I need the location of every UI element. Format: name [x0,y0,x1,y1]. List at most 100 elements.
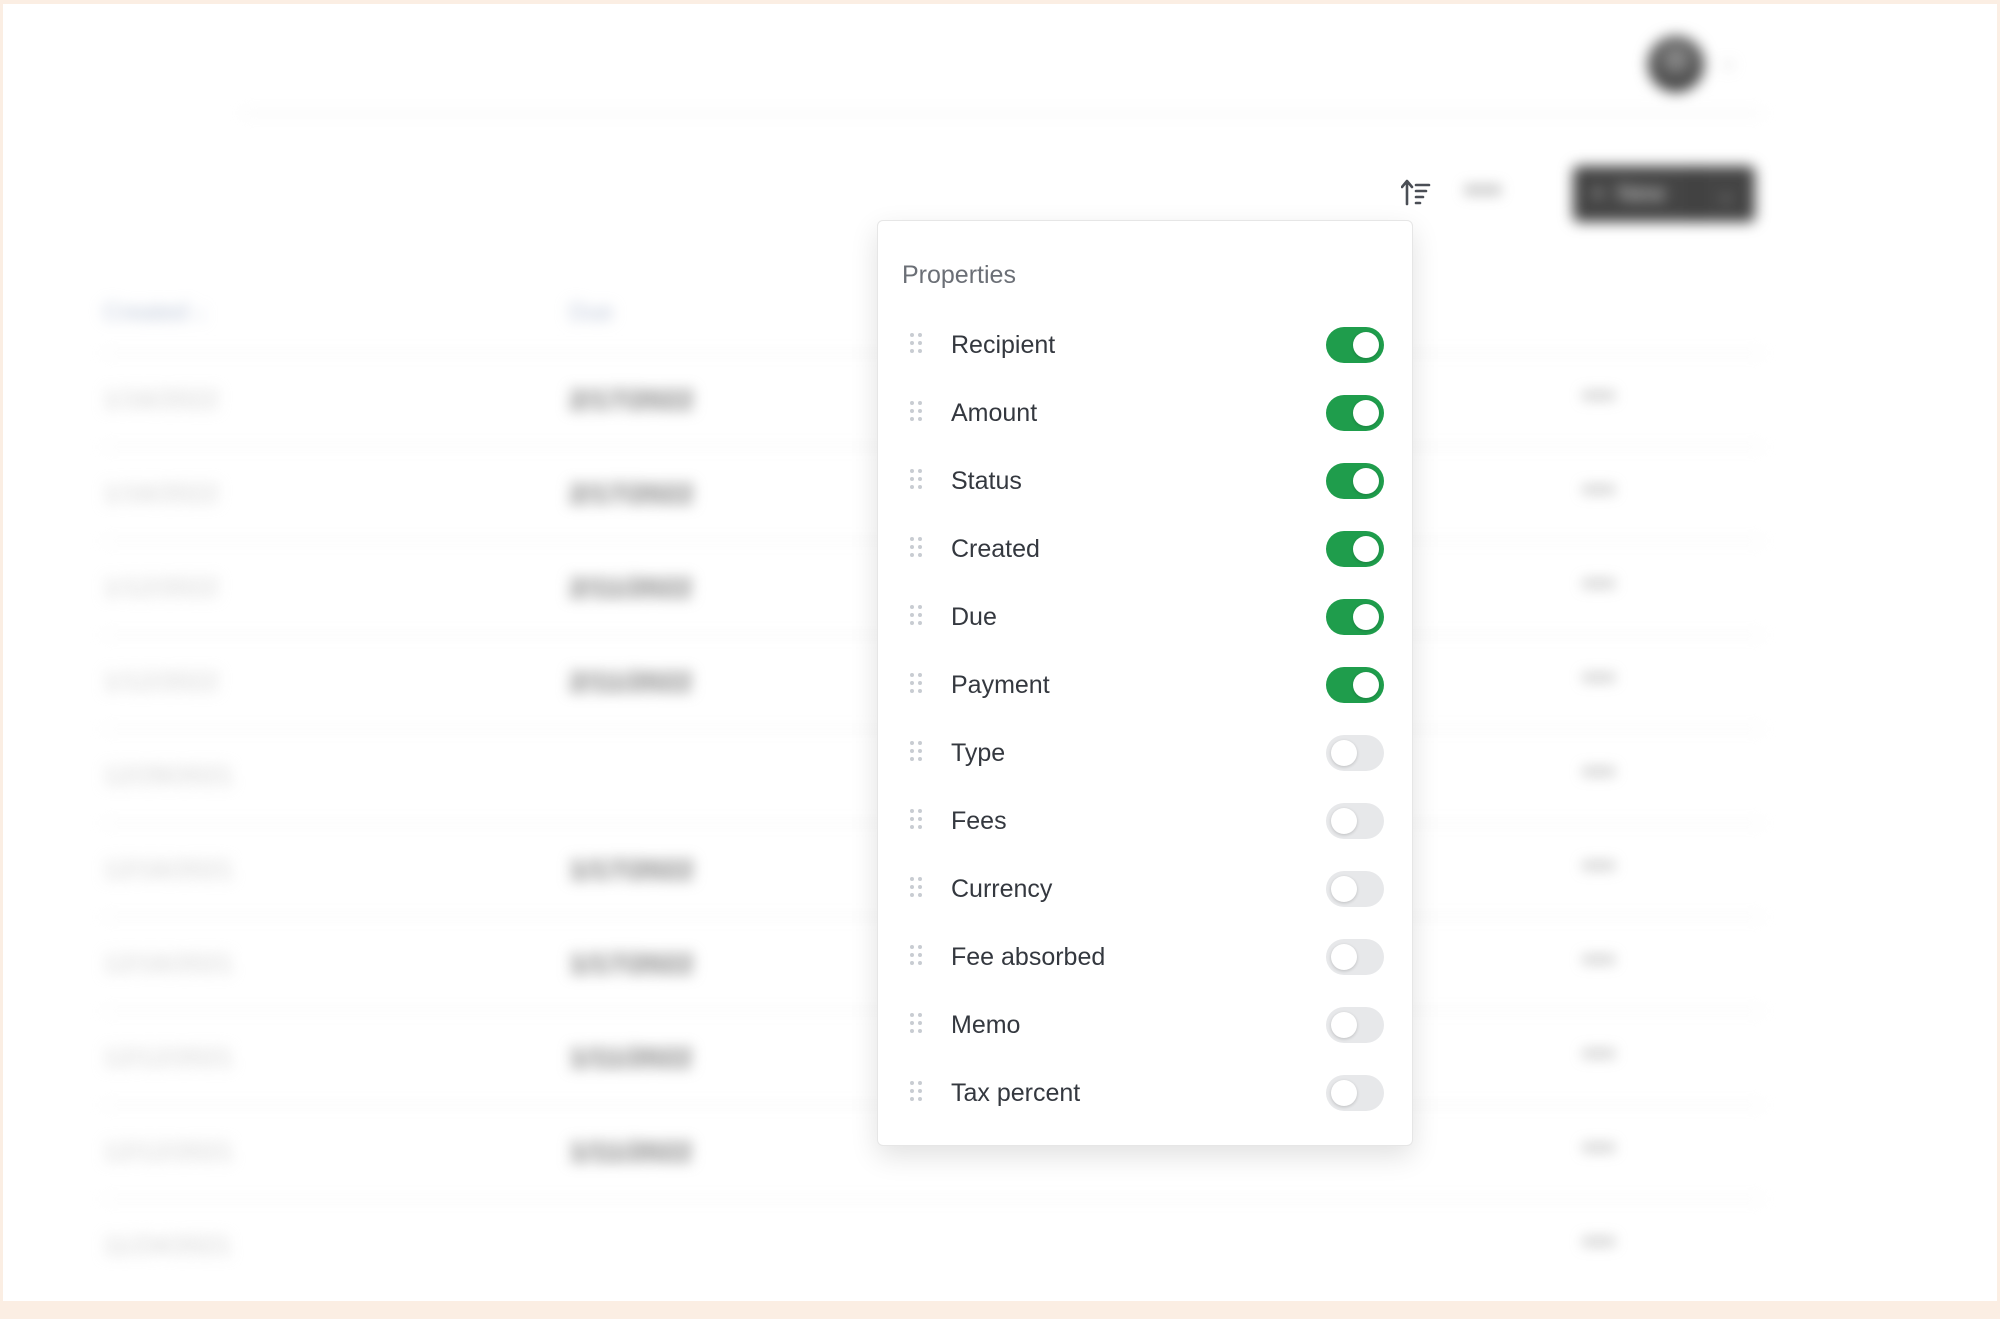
property-toggle[interactable] [1326,667,1384,703]
toggle-knob [1331,944,1357,970]
row-more-icon[interactable]: ••• [1583,1038,1616,1069]
cell-due: 1/11/2022 [569,1136,693,1167]
row-more-icon[interactable]: ••• [1583,756,1616,787]
property-row: Tax percent [878,1059,1412,1127]
new-button-label: New [1617,180,1666,207]
property-label: Amount [951,398,1038,427]
properties-popover: Properties Recipient Amount Status Created D… [877,220,1413,1146]
property-row: Type [878,719,1412,787]
property-toggle[interactable] [1326,531,1384,567]
property-row: Payment [878,651,1412,719]
more-horizontal-icon[interactable]: ••• [1465,174,1503,208]
sort-ascending-icon[interactable] [1400,178,1431,214]
property-toggle[interactable] [1326,871,1384,907]
property-list: Recipient Amount Status Created Due Payment Ty… [878,311,1412,1127]
drag-handle-icon[interactable] [910,1013,924,1037]
toggle-knob [1353,468,1379,494]
property-label: Fees [951,806,1007,835]
cell-due: 1/17/2022 [569,854,694,885]
row-more-icon[interactable]: ••• [1583,1132,1616,1163]
cell-created: 12/29/2021 [103,760,234,790]
property-toggle[interactable] [1326,1007,1384,1043]
app-window: ⌄ ••• + New ⌄ Created ↓ Due 1/16/2022 2/1… [3,4,1997,1301]
cell-created: 12/16/2021 [103,948,234,978]
property-row: Created [878,515,1412,583]
drag-handle-icon[interactable] [910,401,924,425]
drag-handle-icon[interactable] [910,1081,924,1105]
table-row[interactable]: 11/24/2021 ••• [103,1198,1763,1292]
property-label: Due [951,602,997,631]
toggle-knob [1353,604,1379,630]
chevron-down-icon[interactable]: ⌄ [1719,48,1737,74]
cell-due: 1/17/2022 [569,948,694,979]
property-toggle[interactable] [1326,599,1384,635]
toggle-knob [1331,740,1357,766]
property-label: Status [951,466,1022,495]
cell-due: 2/11/2022 [569,666,693,697]
property-toggle[interactable] [1326,463,1384,499]
avatar[interactable] [1648,36,1704,92]
property-row: Due [878,583,1412,651]
toggle-knob [1353,536,1379,562]
property-label: Created [951,534,1040,563]
property-label: Memo [951,1010,1021,1039]
property-label: Currency [951,874,1053,903]
cell-created: 12/16/2021 [103,854,234,884]
toggle-knob [1353,672,1379,698]
cell-due: 2/17/2022 [569,384,694,415]
plus-icon: + [1591,180,1606,207]
drag-handle-icon[interactable] [910,809,924,833]
drag-handle-icon[interactable] [910,469,924,493]
property-toggle[interactable] [1326,939,1384,975]
cell-due: 2/11/2022 [569,572,693,603]
property-label: Payment [951,670,1050,699]
drag-handle-icon[interactable] [910,945,924,969]
column-header-created[interactable]: Created ↓ [103,299,207,327]
toggle-knob [1331,1080,1357,1106]
property-label: Recipient [951,330,1056,359]
toggle-knob [1331,876,1357,902]
cell-due: 2/17/2022 [569,478,694,509]
property-row: Status [878,447,1412,515]
cell-created: 11/24/2021 [103,1230,232,1260]
property-toggle[interactable] [1326,803,1384,839]
toggle-knob [1353,400,1379,426]
row-more-icon[interactable]: ••• [1583,944,1616,975]
property-label: Tax percent [951,1078,1081,1107]
drag-handle-icon[interactable] [910,333,924,357]
row-more-icon[interactable]: ••• [1583,380,1616,411]
row-more-icon[interactable]: ••• [1583,568,1616,599]
drag-handle-icon[interactable] [910,673,924,697]
property-label: Type [951,738,1006,767]
property-toggle[interactable] [1326,1075,1384,1111]
popover-title: Properties [902,261,1016,289]
toggle-knob [1331,808,1357,834]
property-row: Fees [878,787,1412,855]
property-row: Currency [878,855,1412,923]
property-toggle[interactable] [1326,395,1384,431]
cell-created: 1/12/2022 [103,666,219,696]
drag-handle-icon[interactable] [910,537,924,561]
column-header-due[interactable]: Due [569,299,613,327]
row-more-icon[interactable]: ••• [1583,474,1616,505]
property-label: Fee absorbed [951,942,1106,971]
cell-due: 1/11/2022 [569,1042,693,1073]
toggle-knob [1353,332,1379,358]
property-row: Amount [878,379,1412,447]
cell-created: 12/12/2021 [103,1042,234,1072]
row-more-icon[interactable]: ••• [1583,850,1616,881]
toggle-knob [1331,1012,1357,1038]
row-more-icon[interactable]: ••• [1583,1226,1616,1257]
new-button[interactable]: + New ⌄ [1573,166,1755,222]
chevron-down-icon[interactable]: ⌄ [1697,182,1755,207]
property-toggle[interactable] [1326,735,1384,771]
row-more-icon[interactable]: ••• [1583,662,1616,693]
drag-handle-icon[interactable] [910,605,924,629]
divider [243,112,1763,114]
drag-handle-icon[interactable] [910,741,924,765]
property-row: Fee absorbed [878,923,1412,991]
property-row: Recipient [878,311,1412,379]
property-toggle[interactable] [1326,327,1384,363]
cell-created: 1/16/2022 [103,478,219,508]
drag-handle-icon[interactable] [910,877,924,901]
